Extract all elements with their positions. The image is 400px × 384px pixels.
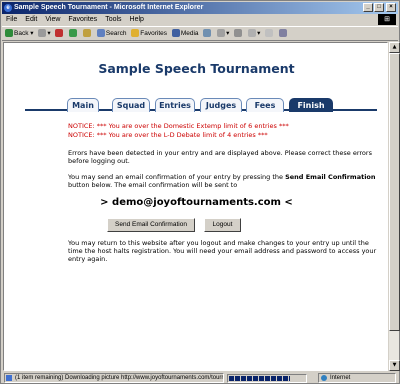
refresh-icon (69, 29, 78, 38)
history-button[interactable] (203, 27, 212, 40)
ie-logo-icon: e (4, 4, 12, 12)
return-text: You may return to this website after you… (68, 239, 377, 263)
menu-favorites[interactable]: Favorites (64, 14, 101, 25)
internet-globe-icon (321, 375, 327, 381)
back-label: Back (14, 30, 29, 37)
media-icon (171, 29, 180, 38)
confirm-bold: Send Email Confirmation (285, 173, 376, 181)
search-icon (96, 29, 105, 38)
favorites-button[interactable]: Favorites (131, 27, 167, 40)
refresh-button[interactable] (69, 27, 78, 40)
status-text: (1 item remaining) Downloading picture h… (15, 375, 224, 381)
menu-bar: File Edit View Favorites Tools Help ⊞ (2, 14, 398, 25)
back-button[interactable]: Back ▾ (5, 27, 34, 40)
forward-button[interactable]: ▾ (38, 27, 51, 40)
scroll-down-icon[interactable]: ▼ (389, 360, 400, 371)
menu-tools[interactable]: Tools (101, 14, 125, 25)
history-icon (203, 29, 212, 38)
status-bar: (1 item remaining) Downloading picture h… (2, 372, 398, 384)
stop-button[interactable] (55, 27, 64, 40)
media-label: Media (180, 30, 199, 37)
page-title: Sample Speech Tournament (98, 61, 295, 76)
mail-icon (217, 29, 226, 38)
back-arrow-icon (5, 29, 13, 38)
tab-main[interactable]: Main (67, 98, 99, 112)
search-label: Search (105, 30, 127, 37)
forward-arrow-icon (38, 29, 47, 38)
edit-button[interactable]: ▾ (248, 27, 260, 40)
send-email-confirmation-button[interactable]: Send Email Confirmation (107, 218, 195, 232)
home-icon (83, 29, 92, 38)
logout-button[interactable]: Logout (204, 218, 241, 232)
favorites-label: Favorites (140, 30, 168, 37)
page-viewport: Sample Speech Tournament Main Squad Entr… (3, 42, 388, 371)
browser-window: e Sample Speech Tournament - Microsoft I… (0, 0, 400, 384)
scroll-thumb[interactable] (389, 53, 400, 331)
search-button[interactable]: Search (96, 27, 127, 40)
toolbar: Back ▾ ▾ Search Favorites Media ▾ ▾ (2, 26, 398, 41)
security-zone: Internet (318, 373, 396, 383)
menu-file[interactable]: File (2, 14, 21, 25)
print-button[interactable] (234, 27, 243, 40)
tab-squad[interactable]: Squad (112, 98, 150, 112)
progress-fill (229, 376, 290, 381)
mail-button[interactable]: ▾ (217, 27, 229, 40)
menu-help[interactable]: Help (126, 14, 148, 25)
tab-bar: Main Squad Entries Judges Fees Finish (25, 98, 377, 112)
page-icon (6, 375, 12, 381)
windows-logo-icon: ⊞ (378, 14, 396, 25)
tab-fees[interactable]: Fees (246, 98, 284, 112)
print-icon (234, 29, 243, 38)
tab-judges[interactable]: Judges (200, 98, 242, 112)
confirm-pre: You may send an email confirmation of yo… (68, 173, 286, 181)
edit-icon (248, 29, 257, 38)
notice-domestic-extemp: NOTICE: *** You are over the Domestic Ex… (68, 122, 289, 130)
media-button[interactable]: Media (171, 27, 199, 40)
messenger-icon (278, 29, 287, 38)
scroll-up-icon[interactable]: ▲ (389, 42, 400, 53)
title-bar: e Sample Speech Tournament - Microsoft I… (2, 2, 398, 14)
menu-edit[interactable]: Edit (21, 14, 41, 25)
tab-finish[interactable]: Finish (289, 98, 333, 112)
home-button[interactable] (83, 27, 92, 40)
notice-ld-debate: NOTICE: *** You are over the L-D Debate … (68, 131, 268, 139)
status-message: (1 item remaining) Downloading picture h… (4, 373, 224, 383)
confirm-text: You may send an email confirmation of yo… (68, 173, 378, 189)
maximize-button[interactable]: □ (374, 3, 384, 12)
menu-view[interactable]: View (41, 14, 64, 25)
confirm-post: button below. The email confirmation wil… (68, 181, 238, 189)
discuss-icon (265, 29, 274, 38)
window-title: Sample Speech Tournament - Microsoft Int… (14, 4, 204, 11)
tab-entries[interactable]: Entries (155, 98, 195, 112)
discuss-button[interactable] (265, 27, 274, 40)
vertical-scrollbar[interactable]: ▲ ▼ (388, 42, 400, 371)
email-address: > demo@joyoftournaments.com < (100, 197, 293, 208)
download-progress-bar (227, 374, 307, 383)
minimize-button[interactable]: _ (363, 3, 373, 12)
favorites-star-icon (131, 29, 140, 38)
zone-label: Internet (330, 375, 351, 381)
close-button[interactable]: × (386, 3, 396, 12)
stop-icon (55, 29, 64, 38)
messenger-button[interactable] (278, 27, 288, 40)
errors-text: Errors have been detected in your entry … (68, 149, 372, 165)
